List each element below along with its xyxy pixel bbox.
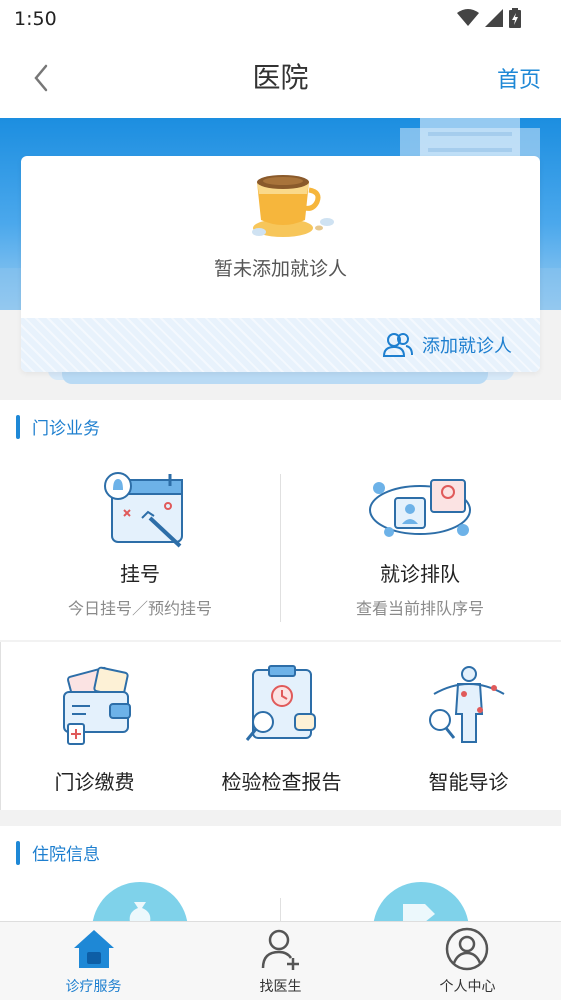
queue-tile[interactable]: 就诊排队 查看当前排队序号 — [300, 458, 540, 619]
tab-find-doctor[interactable]: 找医生 — [187, 922, 374, 1000]
signal-icon — [485, 9, 503, 27]
report-clipboard-icon — [245, 665, 316, 741]
section-marker — [16, 840, 20, 865]
outpatient-section: 门诊业务 挂号 今日挂号／预约挂号 就诊排队 查看当前排队序号 — [0, 400, 561, 640]
tab-label: 找医生 — [259, 979, 302, 995]
status-icons — [457, 8, 521, 28]
smart-guide-icon — [428, 666, 504, 743]
bottom-tab-bar: 诊疗服务 找医生 个人中心 — [0, 921, 561, 1000]
tab-personal-center[interactable]: 个人中心 — [374, 922, 561, 1000]
users-icon — [382, 333, 413, 357]
section-title-text: 门诊业务 — [32, 419, 100, 439]
inpatient-section-title: 住院信息 — [16, 840, 100, 865]
inpatient-record-icon[interactable] — [373, 882, 469, 921]
card-footer: 添加就诊人 — [21, 318, 540, 372]
queue-people-icon — [369, 479, 471, 537]
tab-medical-services[interactable]: 诊疗服务 — [0, 922, 187, 1000]
tab-label: 诊疗服务 — [65, 979, 122, 995]
add-patient-label: 添加就诊人 — [422, 336, 512, 357]
home-icon — [74, 930, 114, 968]
guide-tile[interactable]: 智能导诊 — [375, 664, 561, 795]
report-title: 检验检查报告 — [221, 770, 342, 794]
divider — [280, 474, 281, 622]
home-link[interactable]: 首页 — [497, 62, 541, 94]
outpatient-section-title: 门诊业务 — [16, 414, 100, 439]
register-title: 挂号 — [120, 562, 160, 586]
page-title: 医院 — [252, 61, 309, 94]
section-title-text: 住院信息 — [32, 845, 100, 865]
patient-card: 暂未添加就诊人 添加就诊人 — [21, 156, 540, 372]
coffee-cup-icon — [252, 175, 334, 237]
section-marker — [16, 414, 20, 439]
guide-title: 智能导诊 — [428, 770, 509, 794]
add-patient-button[interactable]: 添加就诊人 — [382, 332, 512, 358]
register-tile[interactable]: 挂号 今日挂号／预约挂号 — [20, 458, 260, 619]
divider — [280, 898, 281, 921]
status-time: 1:50 — [14, 8, 57, 30]
tab-label: 个人中心 — [439, 979, 496, 995]
wifi-icon — [457, 9, 479, 26]
inpatient-section: 住院信息 — [0, 826, 561, 921]
queue-subtitle: 查看当前排队序号 — [355, 599, 484, 618]
inpatient-deposit-icon[interactable] — [92, 882, 188, 921]
outpatient-services-row: 门诊缴费 检验检查报告 智能导诊 — [0, 642, 561, 810]
empty-patient-text: 暂未添加就诊人 — [213, 258, 347, 280]
calendar-register-icon — [104, 472, 183, 548]
payment-title: 门诊缴费 — [54, 770, 135, 794]
user-circle-icon — [445, 927, 489, 971]
payment-tile[interactable]: 门诊缴费 — [1, 664, 188, 795]
nav-bar: 医院 首页 — [0, 38, 561, 118]
queue-title: 就诊排队 — [380, 562, 460, 586]
register-subtitle: 今日挂号／预约挂号 — [67, 599, 212, 618]
report-tile[interactable]: 检验检查报告 — [188, 664, 375, 795]
add-person-icon — [261, 929, 299, 970]
status-bar: 1:50 — [0, 0, 561, 38]
battery-icon — [509, 8, 521, 28]
payment-wallet-icon — [62, 666, 131, 745]
